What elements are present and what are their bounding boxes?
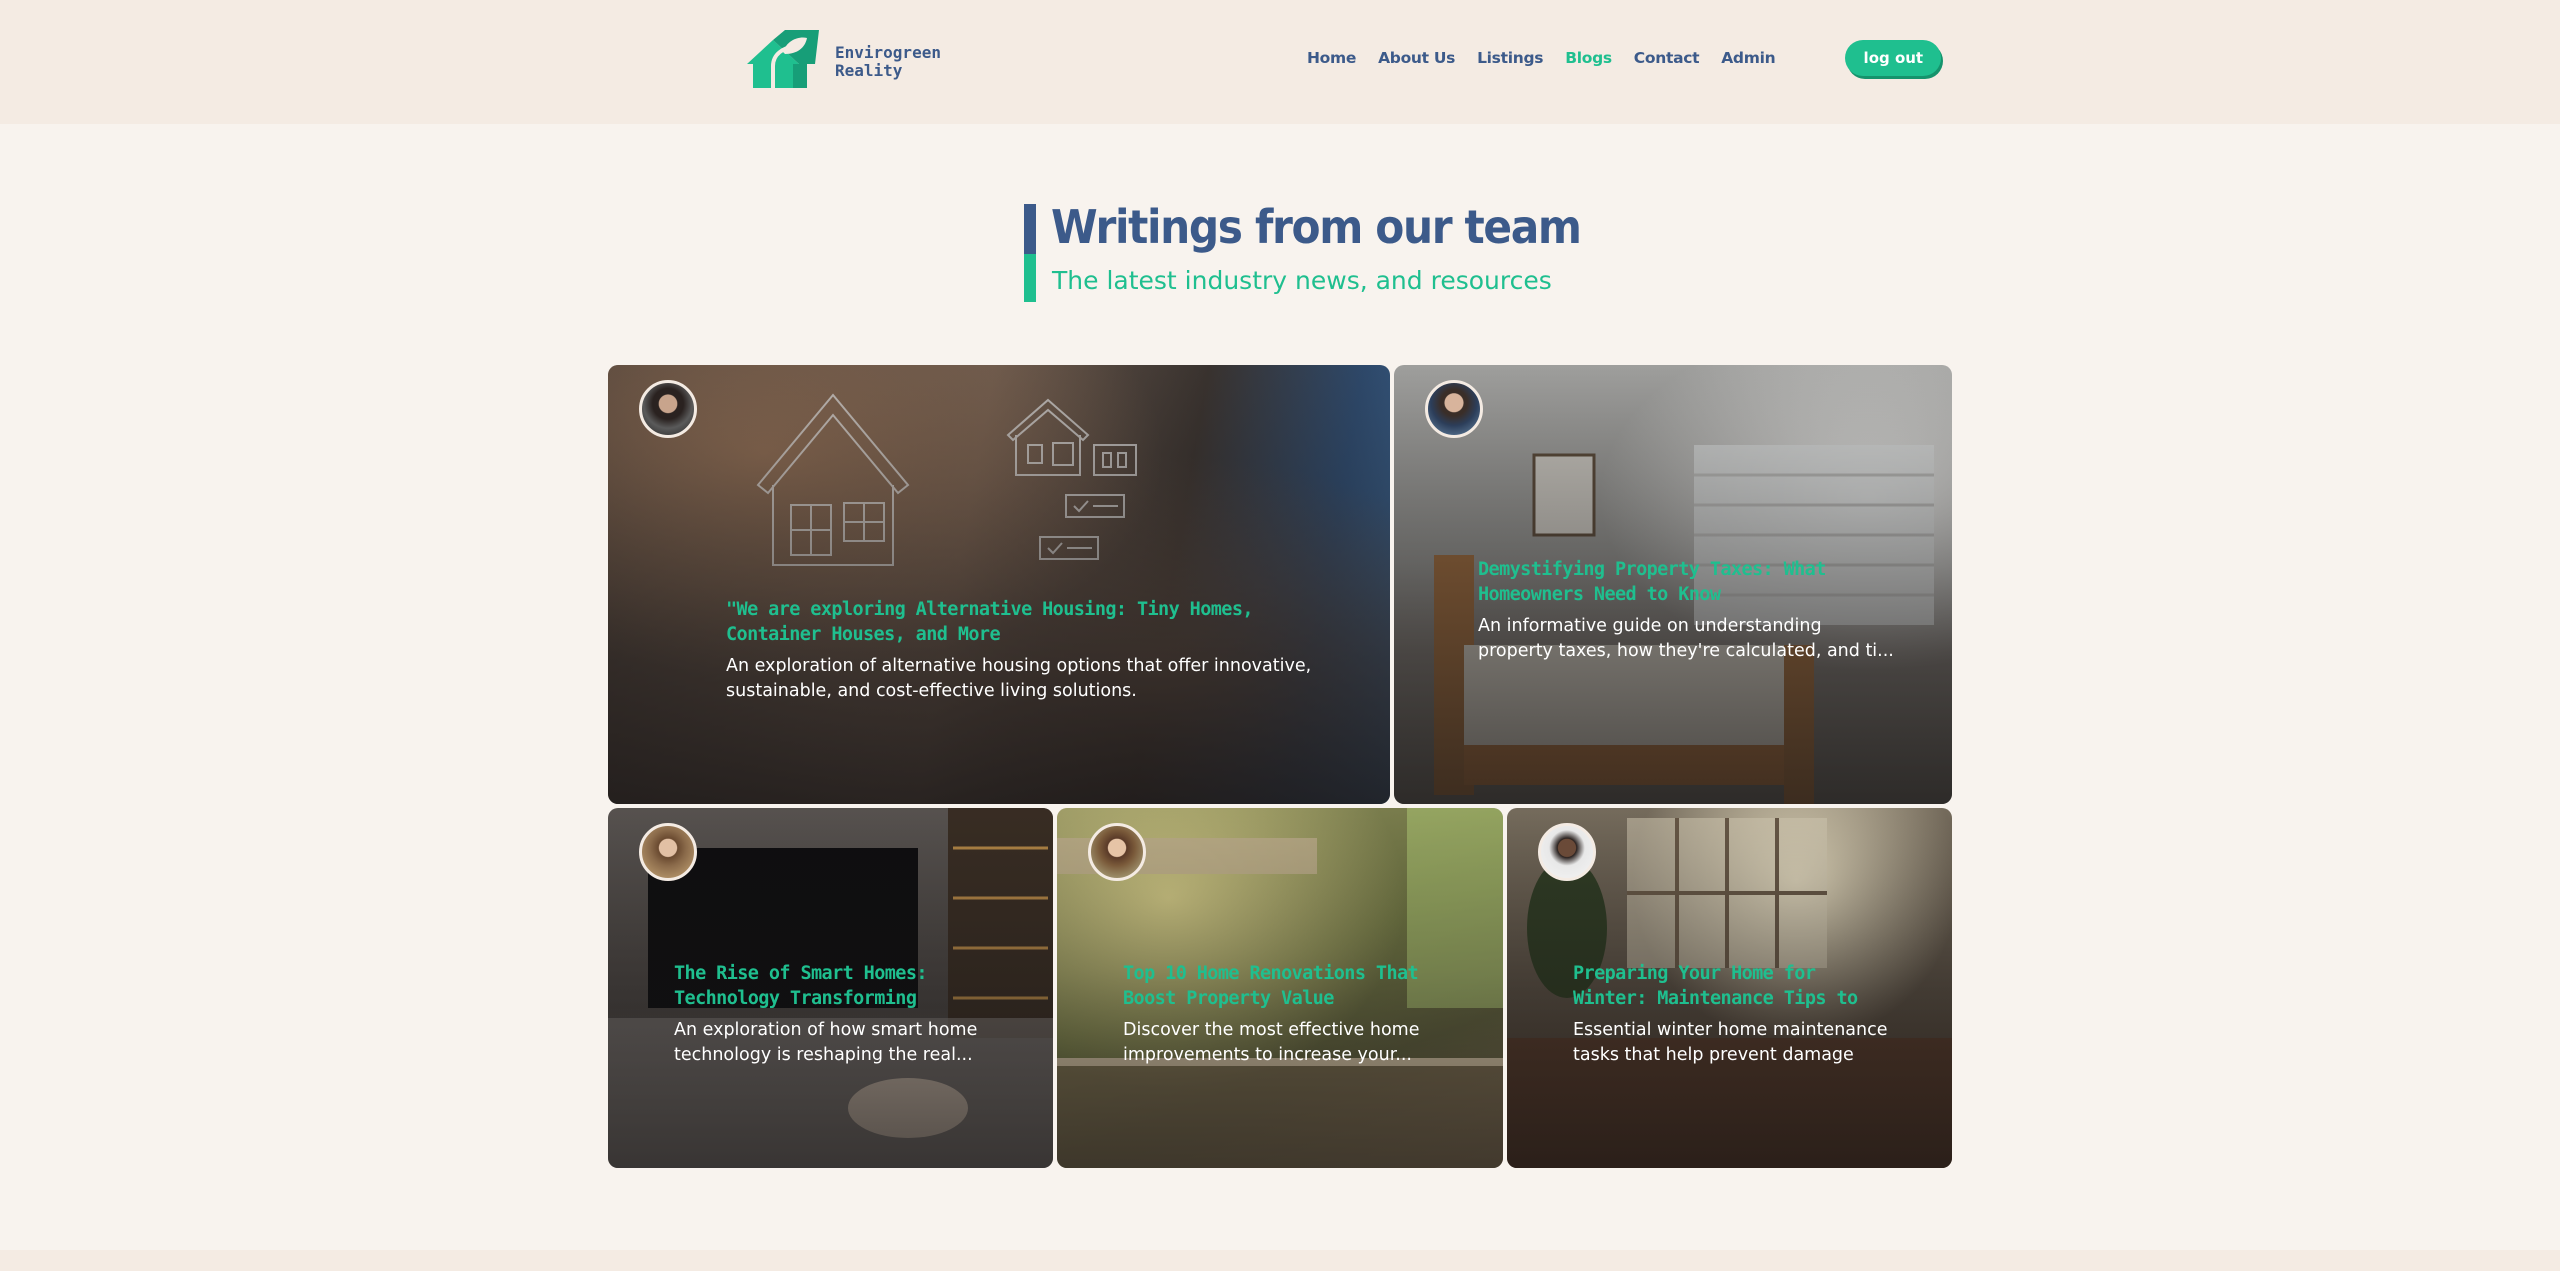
brand-name: Envirogreen Reality	[835, 44, 941, 80]
page-title: Writings from our team	[1051, 200, 1582, 254]
nav-blogs[interactable]: Blogs	[1565, 49, 1612, 67]
page-subtitle: The latest industry news, and resources	[1052, 266, 1552, 295]
post-description: An exploration of alternative housing op…	[726, 656, 1312, 701]
footer-edge	[0, 1250, 2560, 1271]
site-header: Envirogreen Reality Home About Us Listin…	[0, 0, 2560, 124]
post-description: An exploration of how smart home technol…	[674, 1020, 978, 1065]
main-nav: Home About Us Listings Blogs Contact Adm…	[1307, 40, 1942, 76]
post-description: Discover the most effective home improve…	[1123, 1020, 1420, 1065]
logout-button[interactable]: log out	[1845, 40, 1942, 76]
author-avatar[interactable]	[1088, 823, 1146, 881]
post-title[interactable]: "We are exploring Alternative Housing: T…	[726, 597, 1256, 649]
post-title[interactable]: Preparing Your Home for Winter: Maintena…	[1573, 961, 1883, 1013]
card-overlay	[608, 365, 1390, 804]
blog-card-featured[interactable]: "We are exploring Alternative Housing: T…	[608, 365, 1390, 804]
nav-listings[interactable]: Listings	[1477, 49, 1543, 67]
brand-name-line2: Reality	[835, 61, 903, 80]
author-avatar[interactable]	[1425, 380, 1483, 438]
nav-about-us[interactable]: About Us	[1378, 49, 1455, 67]
blog-card[interactable]: Demystifying Property Taxes: What Homeow…	[1394, 365, 1952, 804]
blog-card[interactable]: Preparing Your Home for Winter: Maintena…	[1507, 808, 1952, 1168]
brand-name-line1: Envirogreen	[835, 43, 941, 62]
nav-home[interactable]: Home	[1307, 49, 1356, 67]
blog-card[interactable]: Top 10 Home Renovations That Boost Prope…	[1057, 808, 1503, 1168]
nav-contact[interactable]: Contact	[1634, 49, 1700, 67]
author-avatar[interactable]	[639, 823, 697, 881]
post-description: An informative guide on understanding pr…	[1478, 616, 1894, 661]
heading-accent-bar	[1024, 204, 1036, 254]
post-title[interactable]: Demystifying Property Taxes: What Homeow…	[1478, 557, 1858, 609]
author-avatar[interactable]	[1538, 823, 1596, 881]
post-title[interactable]: The Rise of Smart Homes: Technology Tran…	[674, 961, 994, 1013]
blog-card[interactable]: The Rise of Smart Homes: Technology Tran…	[608, 808, 1053, 1168]
nav-admin[interactable]: Admin	[1721, 49, 1775, 67]
post-description: Essential winter home maintenance tasks …	[1573, 1020, 1888, 1065]
post-title[interactable]: Top 10 Home Renovations That Boost Prope…	[1123, 961, 1433, 1013]
author-avatar[interactable]	[639, 380, 697, 438]
subheading-accent-bar	[1024, 254, 1036, 302]
house-leaf-logo-icon	[747, 30, 819, 88]
brand-logo[interactable]: Envirogreen Reality	[745, 30, 945, 90]
